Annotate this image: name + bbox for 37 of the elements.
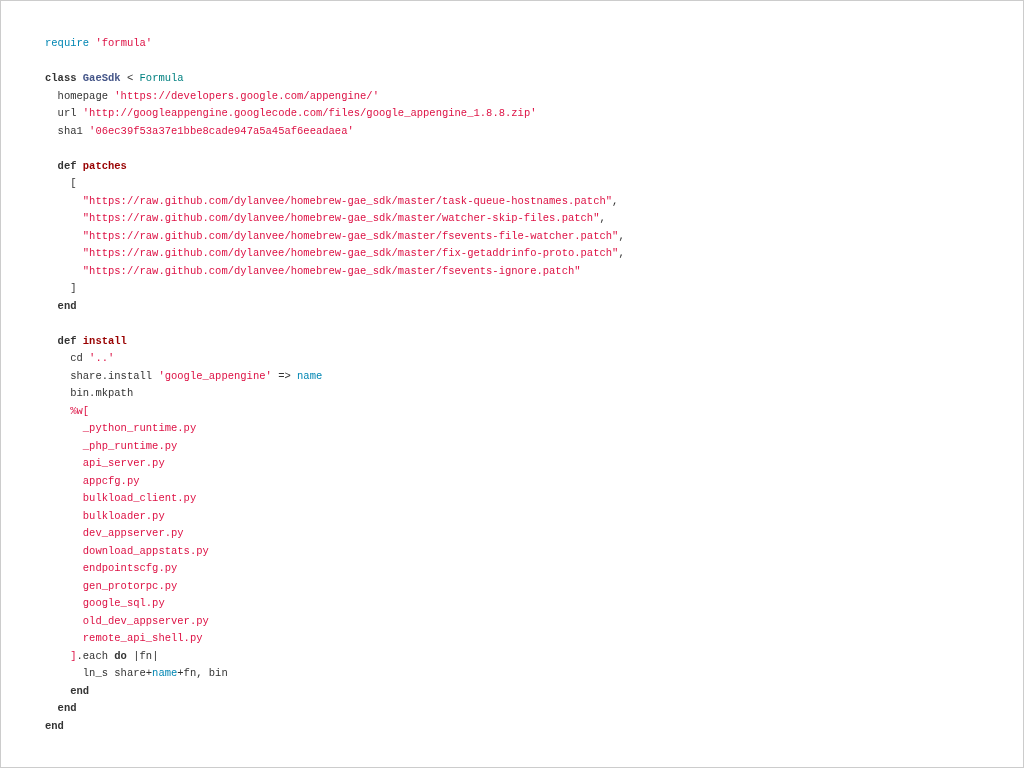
code-line: class GaeSdk < Formula [45,71,184,86]
code-line: google_sql.py [82,596,165,611]
code-line: "https://raw.github.com/dylanvee/homebrew-gae_sdk/master/fsevents-file-watcher.patch", [82,228,625,244]
code-line: end [70,683,90,699]
code-line: homepage 'https://developers.google.com/appengine/' [57,88,379,104]
code-line: end [45,718,64,734]
code-line: dev_appserver.py [82,526,184,541]
code-line: [ [70,176,77,191]
code-line: sha1 '06ec39f53a37e1bbe8cade947a5a45af6eeadaea' [57,123,354,139]
code-line: ] [70,281,77,296]
code-line: cd '..' [70,351,115,366]
code-line: def patches [57,158,127,174]
code-line: end [57,701,77,716]
code-line: "https://raw.github.com/dylanvee/homebrew-gae_sdk/master/fix-getaddrinfo-proto.patch", [82,246,625,261]
code-line: appcfg.py [82,473,140,489]
code-line: bulkloader.py [82,508,165,524]
code-line: %w[ [70,403,90,419]
code-line: "https://raw.github.com/dylanvee/homebrew-gae_sdk/master/fsevents-ignore.patch" [82,263,581,279]
code-line: bulkload_client.py [82,491,197,506]
code-line: "https://raw.github.com/dylanvee/homebrew-gae_sdk/master/watcher-skip-files.patch", [82,211,606,226]
code-line: "https://raw.github.com/dylanvee/homebrew-gae_sdk/master/task-queue-hostnames.patch", [82,193,619,209]
code-line: gen_protorpc.py [82,578,178,594]
code-line: old_dev_appserver.py [82,613,209,629]
code-line: ln_s share+name+fn, bin [82,666,228,681]
code-line: remote_api_shell.py [82,631,203,646]
code-line: api_server.py [82,456,165,471]
code-line: require 'formula' [45,36,153,51]
code-line: bin.mkpath [70,386,134,401]
code-line: download_appstats.py [82,543,209,559]
code-line: share.install 'google_appengine' => name [70,368,323,384]
code-line: _python_runtime.py [82,421,197,436]
code-line: _php_runtime.py [82,438,178,454]
code-line: end [57,298,77,314]
code-line: ].each do |fn| [70,648,159,664]
code-line: def install [57,333,127,349]
code-line: url 'http://googleappengine.googlecode.com/files/google_appengine_1.8.8.zip' [57,106,537,121]
code-line: endpointscfg.py [82,561,178,576]
